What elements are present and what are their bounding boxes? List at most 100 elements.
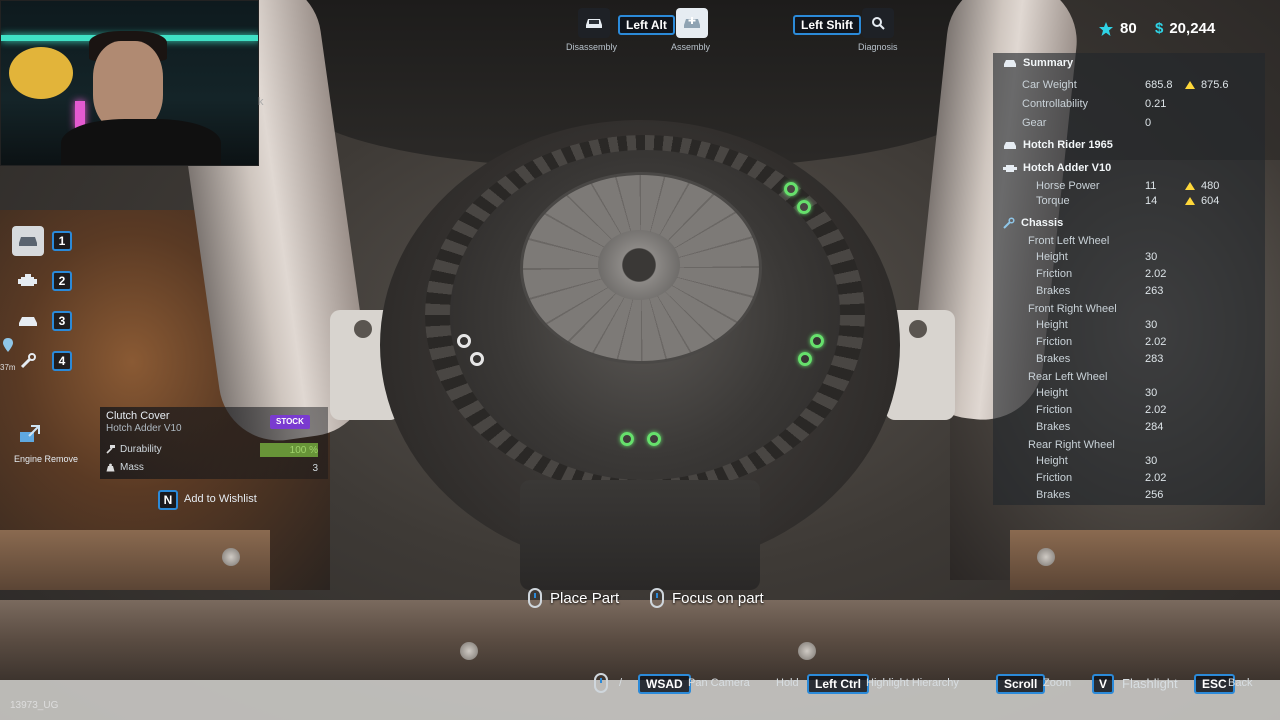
partial-hint-text: k bbox=[258, 96, 264, 108]
engine-name: Hotch Adder V10 bbox=[1023, 162, 1112, 174]
wheel-friction-label: Friction bbox=[1036, 404, 1073, 416]
chassis-title: Chassis bbox=[1021, 217, 1064, 229]
car-assembly-icon bbox=[684, 17, 700, 28]
gear-value: 0 bbox=[1145, 117, 1152, 129]
bolt-slot-highlight[interactable] bbox=[647, 432, 661, 446]
wheel-height-value: 30 bbox=[1145, 455, 1158, 467]
pan-camera-hint: Pan Camera bbox=[688, 677, 750, 689]
crossmember bbox=[0, 600, 1280, 680]
add-to-wishlist-button[interactable]: Add to Wishlist bbox=[184, 493, 257, 505]
wheel-friction-label: Friction bbox=[1036, 472, 1073, 484]
arrow-up-icon bbox=[1185, 197, 1195, 205]
wheel-height-value: 30 bbox=[1145, 319, 1158, 331]
diagnosis-mode-button[interactable] bbox=[862, 8, 894, 38]
tab-car[interactable] bbox=[12, 226, 44, 256]
assembly-label: Assembly bbox=[671, 42, 711, 52]
wheel-brakes-label: Brakes bbox=[1036, 353, 1071, 365]
bolt-slot[interactable] bbox=[457, 334, 471, 348]
frame-bolt bbox=[222, 548, 240, 566]
engine-remove-icon[interactable] bbox=[17, 424, 41, 446]
engine-remove-label[interactable]: Engine Remove bbox=[14, 454, 78, 464]
streamer-face bbox=[93, 41, 163, 131]
bolt-slot-highlight[interactable] bbox=[810, 334, 824, 348]
dollar-icon: $ bbox=[1155, 20, 1164, 37]
bolt-slot-highlight[interactable] bbox=[798, 352, 812, 366]
disassembly-mode-button[interactable] bbox=[578, 8, 610, 38]
tab-tools[interactable] bbox=[12, 346, 44, 376]
wheel-brakes-value: 256 bbox=[1145, 489, 1164, 501]
streamer-body bbox=[61, 119, 221, 165]
arrow-up-icon bbox=[1185, 81, 1195, 89]
back-hint[interactable]: Back bbox=[1228, 677, 1252, 689]
front-left-wheel-title: Front Left Wheel bbox=[1028, 235, 1110, 247]
bolt-slot[interactable] bbox=[470, 352, 484, 366]
frame-bolt bbox=[460, 642, 478, 660]
webcam-overlay bbox=[0, 0, 259, 166]
engine-header: Hotch Adder V10 bbox=[1003, 162, 1111, 174]
star-icon bbox=[1099, 21, 1113, 36]
wheel-height-label: Height bbox=[1036, 251, 1068, 263]
focus-on-part-prompt[interactable]: Focus on part bbox=[650, 588, 764, 608]
bolt-slot-highlight[interactable] bbox=[797, 200, 811, 214]
frame-bolt bbox=[1037, 548, 1055, 566]
torque-max: 604 bbox=[1185, 195, 1219, 207]
mass-value: 3 bbox=[312, 463, 318, 474]
disassembly-label: Disassembly bbox=[566, 42, 618, 52]
hint-separator: / bbox=[619, 677, 623, 689]
wrench-icon bbox=[20, 353, 36, 369]
bolt-slot-highlight[interactable] bbox=[784, 182, 798, 196]
assembly-mode-button[interactable] bbox=[676, 8, 708, 38]
wheel-friction-value: 2.02 bbox=[1145, 404, 1167, 416]
bottom-left-label: 13973_UG bbox=[10, 700, 59, 711]
clutch-hub[interactable] bbox=[598, 230, 680, 300]
money-counter: $ 20,244 bbox=[1155, 20, 1215, 37]
wheel-height-label: Height bbox=[1036, 387, 1068, 399]
distance-readout: 37m bbox=[0, 363, 16, 372]
hammer-icon bbox=[106, 445, 115, 454]
tab-engine[interactable] bbox=[12, 266, 44, 296]
tab-body[interactable] bbox=[12, 306, 44, 336]
part-info-card: Clutch Cover Hotch Adder V10 STOCK Durab… bbox=[100, 407, 328, 479]
wheel-brakes-value: 284 bbox=[1145, 421, 1164, 433]
wheel-height-label: Height bbox=[1036, 319, 1068, 331]
mass-label: Mass bbox=[120, 462, 144, 473]
rear-left-wheel-title: Rear Left Wheel bbox=[1028, 371, 1108, 383]
wheel-friction-value: 2.02 bbox=[1145, 268, 1167, 280]
wheel-height-value: 30 bbox=[1145, 251, 1158, 263]
zoom-hint: Zoom bbox=[1043, 677, 1072, 689]
flashlight-hint: Flashlight bbox=[1122, 676, 1178, 691]
bolt-slot-highlight[interactable] bbox=[620, 432, 634, 446]
search-icon bbox=[872, 17, 885, 30]
front-right-wheel-title: Front Right Wheel bbox=[1028, 303, 1117, 315]
car-icon bbox=[1004, 60, 1016, 67]
key-2: 2 bbox=[52, 271, 72, 291]
location-pin-icon bbox=[3, 338, 13, 352]
durability-value: 100 % bbox=[289, 445, 318, 456]
horse-power-max: 480 bbox=[1185, 180, 1219, 192]
left-alt-key: Left Alt bbox=[618, 15, 675, 35]
wishlist-key: N bbox=[158, 490, 178, 510]
rear-right-wheel-title: Rear Right Wheel bbox=[1028, 439, 1115, 451]
car-weight-max: 875.6 bbox=[1185, 79, 1229, 91]
money-value: 20,244 bbox=[1169, 20, 1216, 37]
part-name: Clutch Cover bbox=[106, 410, 170, 422]
frame-bolt bbox=[798, 642, 816, 660]
wheel-brakes-label: Brakes bbox=[1036, 285, 1071, 297]
v-key: V bbox=[1092, 674, 1114, 694]
torque-value: 14 bbox=[1145, 195, 1158, 207]
diagnosis-label: Diagnosis bbox=[858, 42, 898, 52]
left-ctrl-key: Left Ctrl bbox=[807, 674, 869, 694]
summary-title: Summary bbox=[1023, 57, 1074, 69]
key-3: 3 bbox=[52, 311, 72, 331]
key-4: 4 bbox=[52, 351, 72, 371]
weight-icon bbox=[106, 463, 115, 472]
place-part-label: Place Part bbox=[550, 589, 620, 607]
wheel-brakes-value: 263 bbox=[1145, 285, 1164, 297]
wheel-brakes-label: Brakes bbox=[1036, 489, 1071, 501]
place-part-prompt[interactable]: Place Part bbox=[528, 588, 619, 608]
key-1: 1 bbox=[52, 231, 72, 251]
hold-hint: Hold bbox=[776, 677, 799, 689]
mouse-icon bbox=[594, 673, 608, 693]
engine-icon bbox=[18, 274, 37, 286]
controllability-value: 0.21 bbox=[1145, 98, 1167, 110]
